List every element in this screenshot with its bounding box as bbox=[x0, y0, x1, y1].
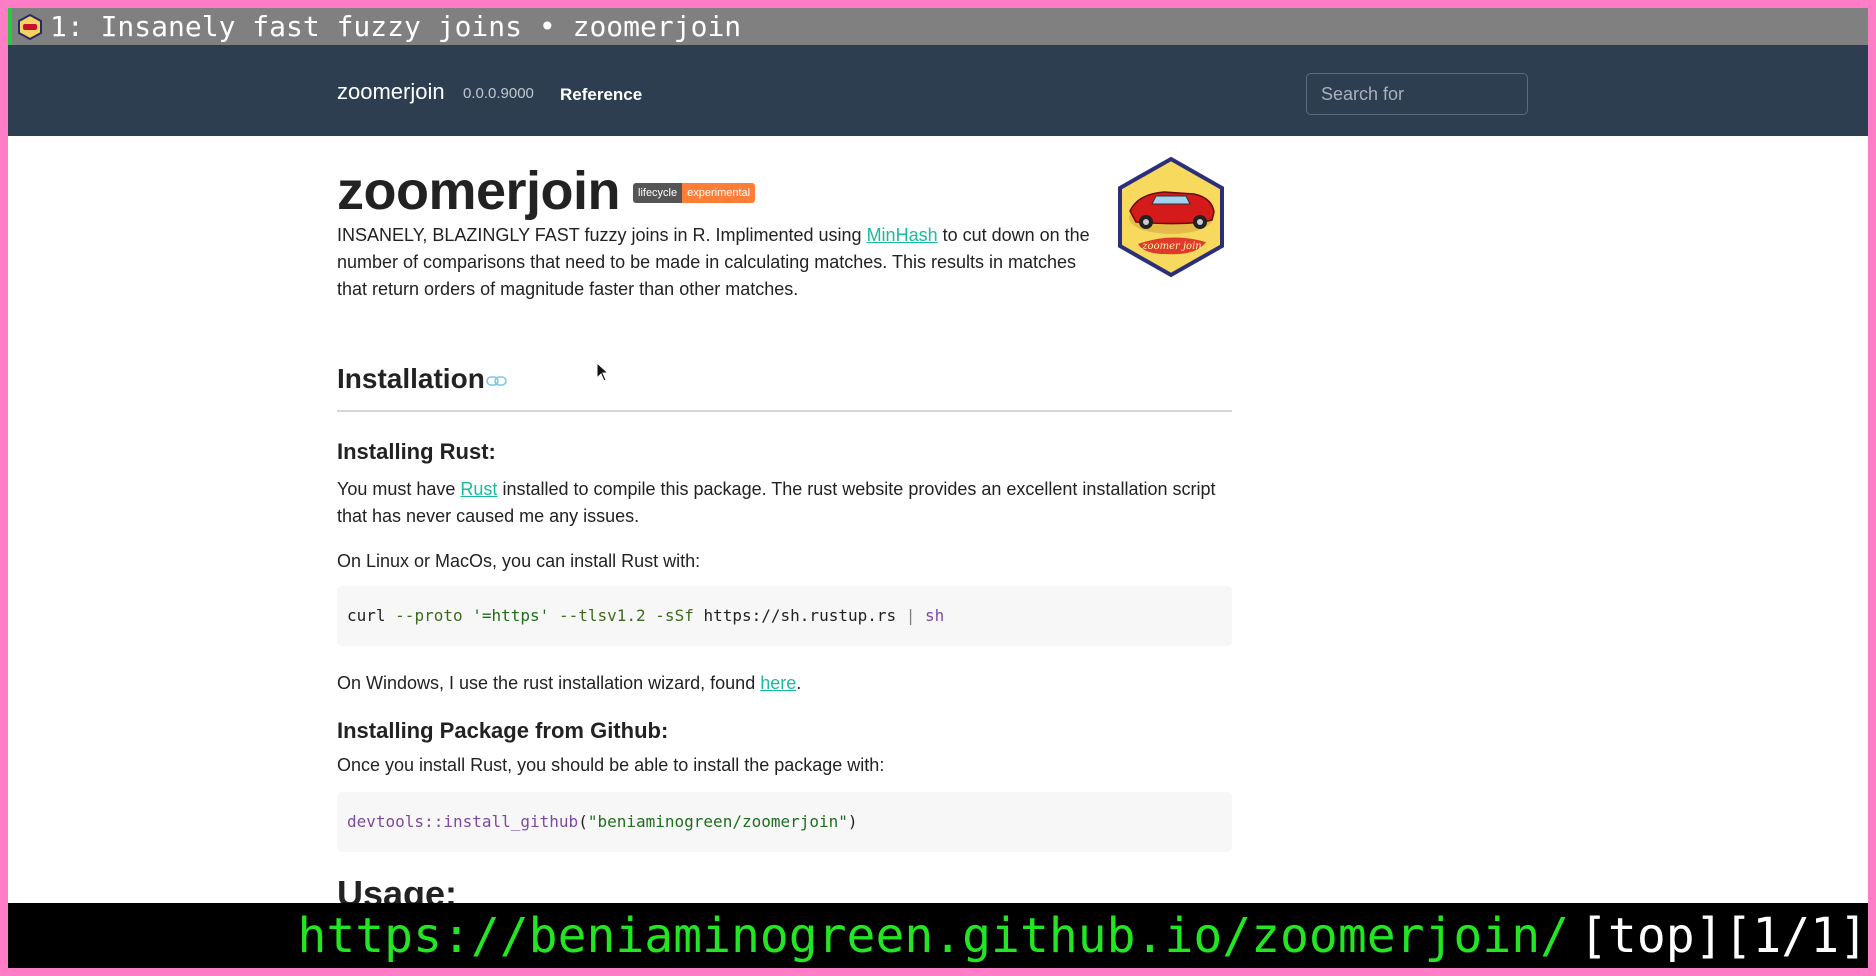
package-logo: zoomer join bbox=[1116, 156, 1226, 283]
here-link[interactable]: here bbox=[760, 673, 796, 693]
status-position: [top][1/1] bbox=[1579, 907, 1868, 964]
tab-title[interactable]: 1: Insanely fast fuzzy joins • zoomerjoi… bbox=[50, 8, 741, 45]
code-string: "beniaminogreen/zoomerjoin" bbox=[587, 812, 848, 831]
code-string: '=https' bbox=[472, 606, 550, 625]
tab-bar[interactable]: 1: Insanely fast fuzzy joins • zoomerjoi… bbox=[8, 8, 1868, 45]
code-block-install[interactable]: devtools::install_github("beniaminogreen… bbox=[337, 792, 1232, 852]
intro-paragraph: INSANELY, BLAZINGLY FAST fuzzy joins in … bbox=[337, 222, 1097, 303]
linux-paragraph: On Linux or MacOs, you can install Rust … bbox=[337, 551, 701, 571]
windows-text-2: . bbox=[796, 673, 802, 693]
link-anchor-icon[interactable] bbox=[486, 374, 508, 393]
status-bar: https://beniaminogreen.github.io/zoomerj… bbox=[8, 903, 1868, 968]
lifecycle-badge[interactable]: lifecycle experimental bbox=[633, 183, 756, 203]
favicon-icon bbox=[18, 13, 42, 40]
mouse-cursor-icon bbox=[596, 361, 610, 387]
code-function: devtools::install_github bbox=[347, 812, 579, 831]
code-url: https://sh.rustup.rs bbox=[703, 606, 897, 625]
status-url: https://beniaminogreen.github.io/zoomerj… bbox=[297, 907, 1570, 964]
windows-text-1: On Windows, I use the rust installation … bbox=[337, 673, 761, 693]
rust-text-1: You must have bbox=[337, 479, 461, 499]
code-paren: ) bbox=[847, 812, 858, 831]
brand-link[interactable]: zoomerjoin bbox=[337, 79, 445, 105]
section-divider bbox=[337, 410, 1232, 412]
logo-text: zoomer join bbox=[1141, 241, 1201, 252]
browser-window: 1: Insanely fast fuzzy joins • zoomerjoi… bbox=[8, 8, 1868, 968]
badge-label: lifecycle bbox=[633, 183, 683, 203]
site-navbar: zoomerjoin 0.0.0.9000 Reference bbox=[8, 45, 1868, 136]
code-flag: --tlsv1.2 bbox=[558, 606, 646, 625]
minhash-link[interactable]: MinHash bbox=[867, 225, 938, 245]
badge-value: experimental bbox=[682, 183, 756, 203]
code-sh: sh bbox=[925, 606, 945, 625]
code-paren: ( bbox=[578, 812, 588, 831]
version-label: 0.0.0.9000 bbox=[463, 85, 534, 102]
code-pipe: | bbox=[905, 606, 916, 625]
code-flag: -sSf bbox=[655, 606, 694, 625]
windows-paragraph: On Windows, I use the rust installation … bbox=[337, 670, 801, 697]
code-block-curl[interactable]: curl --proto '=https' --tlsv1.2 -sSf htt… bbox=[337, 586, 1232, 646]
intro-text-1: INSANELY, BLAZINGLY FAST fuzzy joins in … bbox=[337, 225, 867, 245]
code-flag: --proto bbox=[395, 606, 463, 625]
installing-rust-heading: Installing Rust: bbox=[337, 439, 496, 464]
installing-package-heading: Installing Package from Github: bbox=[337, 718, 669, 743]
rust-paragraph: You must have Rust installed to compile … bbox=[337, 476, 1237, 530]
page-title: zoomerjoin bbox=[337, 161, 621, 221]
rust-link[interactable]: Rust bbox=[460, 479, 497, 499]
package-paragraph: Once you install Rust, you should be abl… bbox=[337, 755, 885, 775]
code-cmd: curl bbox=[347, 606, 386, 625]
search-input[interactable] bbox=[1306, 73, 1528, 115]
installation-heading: Installation bbox=[337, 363, 485, 394]
tab-accent bbox=[8, 8, 12, 45]
nav-reference-link[interactable]: Reference bbox=[560, 85, 642, 105]
